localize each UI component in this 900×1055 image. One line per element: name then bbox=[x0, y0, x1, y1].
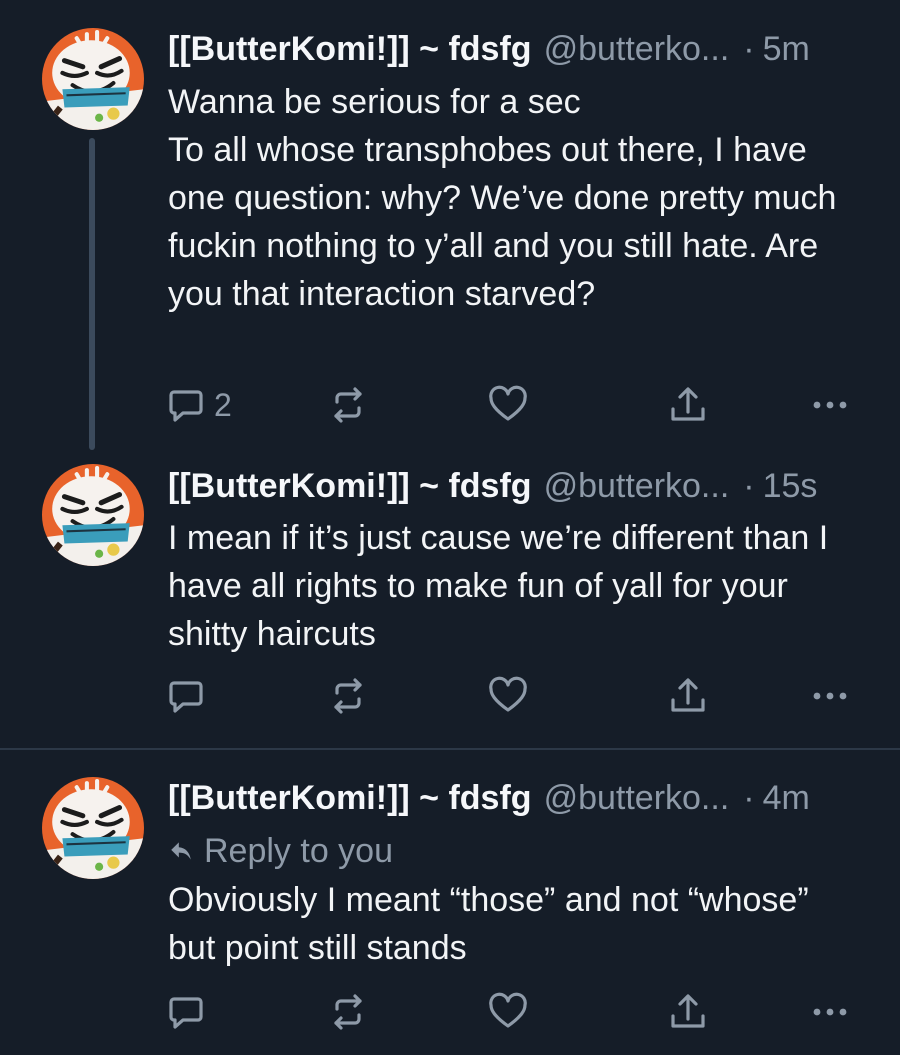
post-text: Wanna be serious for a sec To all whose … bbox=[168, 83, 837, 313]
separator-dot: · bbox=[743, 467, 755, 505]
more-options-button[interactable] bbox=[810, 671, 850, 721]
repost-arrows-icon bbox=[328, 676, 368, 716]
reply-button[interactable] bbox=[166, 987, 214, 1037]
heart-icon bbox=[488, 385, 528, 425]
share-button[interactable] bbox=[668, 987, 708, 1037]
author-name[interactable]: [[ButterKomi!]] ~ fdsfg bbox=[168, 773, 532, 823]
timestamp[interactable]: 5m bbox=[763, 24, 810, 74]
repost-button[interactable] bbox=[328, 671, 368, 721]
share-upload-icon bbox=[668, 992, 708, 1032]
ellipsis-icon bbox=[810, 992, 850, 1032]
separator-dot: · bbox=[743, 30, 755, 68]
reply-to-label: Reply to you bbox=[204, 832, 393, 870]
share-button[interactable] bbox=[668, 671, 708, 721]
speech-bubble-icon bbox=[166, 992, 206, 1032]
repost-arrows-icon bbox=[328, 385, 368, 425]
author-name[interactable]: [[ButterKomi!]] ~ fdsfg bbox=[168, 461, 532, 511]
ellipsis-icon bbox=[810, 385, 850, 425]
timestamp[interactable]: 4m bbox=[763, 773, 810, 823]
share-upload-icon bbox=[668, 385, 708, 425]
post[interactable]: [[ButterKomi!]] ~ fdsfg @butterko... · 5… bbox=[0, 0, 900, 450]
author-handle[interactable]: @butterko... bbox=[544, 461, 730, 511]
like-button[interactable] bbox=[488, 671, 528, 721]
reply-context[interactable]: Reply to you bbox=[168, 826, 393, 876]
separator-dot: · bbox=[743, 779, 755, 817]
post[interactable]: [[ButterKomi!]] ~ fdsfg @butterko... · 1… bbox=[0, 450, 900, 748]
author-name[interactable]: [[ButterKomi!]] ~ fdsfg bbox=[168, 24, 532, 74]
reply-arrow-icon bbox=[168, 838, 194, 864]
more-options-button[interactable] bbox=[810, 380, 850, 430]
action-bar bbox=[166, 987, 866, 1037]
avatar[interactable] bbox=[42, 464, 144, 566]
reply-count: 2 bbox=[214, 386, 232, 423]
ellipsis-icon bbox=[810, 676, 850, 716]
heart-icon bbox=[488, 992, 528, 1032]
action-bar bbox=[166, 671, 866, 721]
post-text: I mean if it’s just cause we’re differen… bbox=[168, 519, 829, 653]
speech-bubble-icon bbox=[166, 385, 206, 425]
post[interactable]: [[ButterKomi!]] ~ fdsfg @butterko... · 4… bbox=[0, 749, 900, 1055]
avatar[interactable] bbox=[42, 28, 144, 130]
like-button[interactable] bbox=[488, 380, 528, 430]
post-header: [[ButterKomi!]] ~ fdsfg @butterko... · 1… bbox=[168, 461, 862, 511]
speech-bubble-icon bbox=[166, 676, 206, 716]
post-header: [[ButterKomi!]] ~ fdsfg @butterko... · 4… bbox=[168, 773, 862, 823]
repost-button[interactable] bbox=[328, 380, 368, 430]
share-button[interactable] bbox=[668, 380, 708, 430]
author-handle[interactable]: @butterko... bbox=[544, 773, 730, 823]
share-upload-icon bbox=[668, 676, 708, 716]
post-header: [[ButterKomi!]] ~ fdsfg @butterko... · 5… bbox=[168, 24, 862, 74]
action-bar: 2 bbox=[166, 380, 866, 430]
post-text: Obviously I meant “those” and not “whose… bbox=[168, 881, 809, 967]
author-handle[interactable]: @butterko... bbox=[544, 24, 730, 74]
reply-button[interactable] bbox=[166, 671, 214, 721]
more-options-button[interactable] bbox=[810, 987, 850, 1037]
timestamp[interactable]: 15s bbox=[763, 461, 818, 511]
reply-button[interactable]: 2 bbox=[166, 380, 232, 430]
repost-button[interactable] bbox=[328, 987, 368, 1037]
heart-icon bbox=[488, 676, 528, 716]
avatar[interactable] bbox=[42, 777, 144, 879]
like-button[interactable] bbox=[488, 987, 528, 1037]
repost-arrows-icon bbox=[328, 992, 368, 1032]
